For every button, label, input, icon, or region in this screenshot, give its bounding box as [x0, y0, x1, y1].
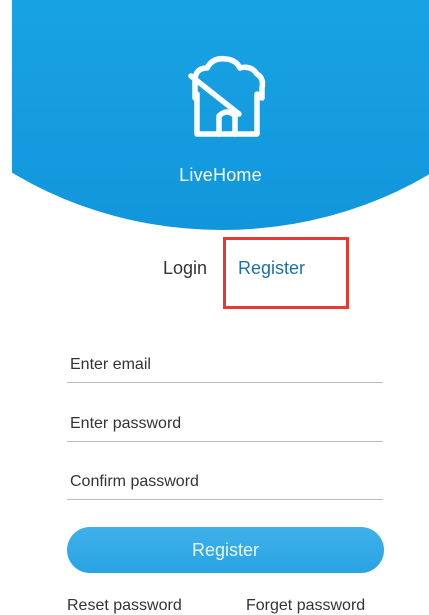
auth-tabs: Login Register	[0, 256, 429, 286]
register-tab-highlight	[223, 237, 349, 309]
app-name: LiveHome	[179, 165, 262, 185]
register-button[interactable]: Register	[67, 527, 384, 573]
forget-password-link[interactable]: Forget password	[246, 597, 365, 615]
confirm-password-input[interactable]	[67, 460, 383, 499]
reset-password-link[interactable]: Reset password	[67, 597, 182, 615]
cloud-house-icon	[188, 55, 266, 137]
password-field	[67, 402, 383, 442]
header-banner: LiveHome	[12, 0, 429, 232]
confirm-password-field	[67, 460, 383, 500]
tab-login[interactable]: Login	[163, 258, 207, 279]
register-screen: LiveHome Login Register Register Reset p…	[0, 0, 429, 615]
email-input[interactable]	[67, 343, 383, 382]
password-input[interactable]	[67, 402, 383, 441]
email-field	[67, 343, 383, 383]
